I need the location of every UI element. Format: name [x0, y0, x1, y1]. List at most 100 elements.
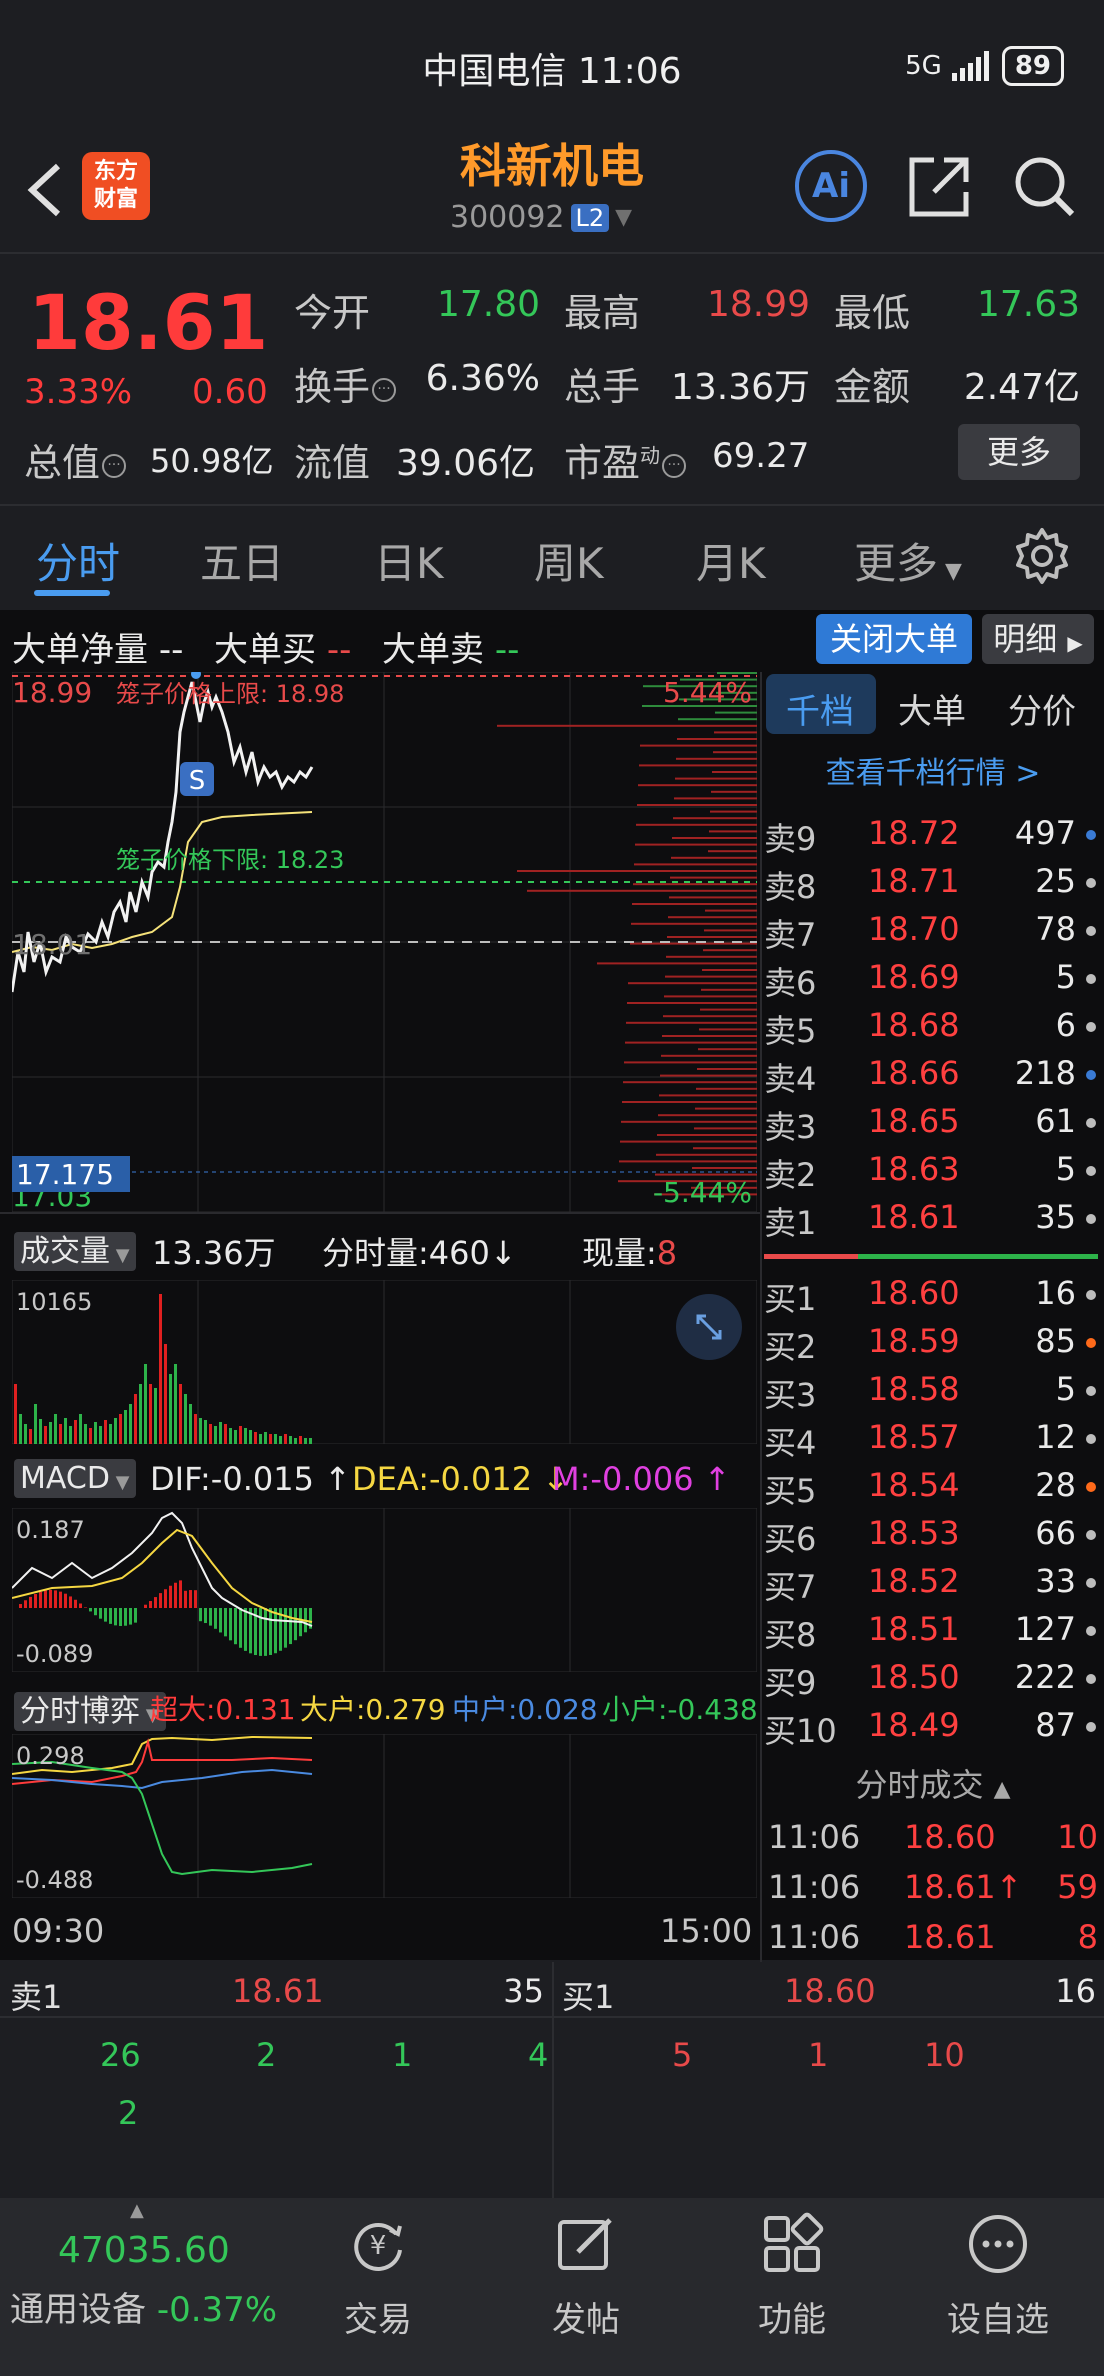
detail-button[interactable]: 明细 ▶	[982, 614, 1094, 664]
index-value[interactable]: 47035.60	[58, 2230, 230, 2271]
macd-bar	[144, 1604, 147, 1608]
level-price: 18.60	[868, 1274, 960, 1312]
level-label: 卖2	[764, 1156, 817, 1194]
ask-row[interactable]: 卖7 18.70 78	[762, 910, 1104, 958]
ai-assistant-icon[interactable]: Ai	[795, 150, 867, 222]
volume-bar	[269, 1434, 272, 1444]
level-label: 买9	[764, 1664, 817, 1702]
macd-bar	[89, 1608, 92, 1612]
share-icon[interactable]	[906, 152, 974, 220]
tab-daily-k[interactable]: 日K	[374, 530, 444, 591]
close-big-order-button[interactable]: 关闭大单	[816, 614, 972, 664]
macd-bar	[184, 1590, 187, 1608]
flow-dropdown[interactable]: 分时博弈 ▼	[14, 1686, 166, 1731]
order-dot-icon	[1086, 1578, 1096, 1588]
order-dot-icon	[1086, 1118, 1096, 1128]
top-price-label: 18.99	[12, 676, 92, 709]
macd-bar	[74, 1599, 77, 1608]
macd-bar	[114, 1608, 117, 1626]
info-icon[interactable]: ···	[102, 453, 127, 478]
ask-row[interactable]: 卖3 18.65 61	[762, 1102, 1104, 1150]
macd-bar	[94, 1608, 97, 1616]
gear-icon[interactable]	[1012, 526, 1072, 586]
intraday-trades-header[interactable]: 分时成交 ▲	[762, 1760, 1104, 1806]
depth-bar	[714, 731, 757, 734]
tab-weekly-k[interactable]: 周K	[534, 530, 604, 591]
nav-add-watchlist[interactable]: 设自选	[928, 2212, 1068, 2341]
info-icon[interactable]: ···	[372, 377, 397, 402]
view-thousand-level-link[interactable]: 查看千档行情 >	[762, 748, 1104, 792]
tab-five-day[interactable]: 五日	[200, 530, 284, 591]
ask-row[interactable]: 卖6 18.69 5	[762, 958, 1104, 1006]
order-dot-icon	[1086, 1022, 1096, 1032]
index-name[interactable]: 通用设备 -0.37%	[10, 2282, 277, 2331]
ask-row[interactable]: 卖4 18.66 218	[762, 1054, 1104, 1102]
tab-more[interactable]: 更多 ▼	[854, 530, 962, 591]
tab-monthly-k[interactable]: 月K	[696, 530, 766, 591]
level-label: 买10	[764, 1712, 837, 1750]
bid-row[interactable]: 买6 18.53 66	[762, 1514, 1104, 1562]
expand-icon[interactable]	[676, 1294, 742, 1360]
tab-thousand-level[interactable]: 千档	[786, 684, 854, 733]
volume-bar	[219, 1422, 222, 1444]
info-icon[interactable]: ···	[662, 453, 687, 478]
bid-row[interactable]: 买3 18.58 5	[762, 1370, 1104, 1418]
macd-bar	[64, 1593, 67, 1608]
depth-bar	[638, 784, 757, 787]
ask-row[interactable]: 卖1 18.61 35	[762, 1198, 1104, 1246]
volume-bar	[24, 1424, 27, 1444]
intraday-price-chart[interactable]: S 18.99 笼子价格上限: 18.98 5.44% 笼子价格下限: 18.2…	[12, 672, 757, 1212]
stock-code-row[interactable]: 300092 L2 ▼	[450, 200, 632, 235]
volume-value: 13.36万	[670, 367, 810, 408]
depth-bar	[701, 988, 757, 991]
order-dot-icon	[1086, 1530, 1096, 1540]
ask-row[interactable]: 卖9 18.72 497	[762, 814, 1104, 862]
nav-functions[interactable]: 功能	[722, 2212, 862, 2341]
depth-bar	[624, 1061, 757, 1064]
volume-chart[interactable]: 10165	[12, 1280, 757, 1444]
macd-chart[interactable]: 0.187 -0.089	[12, 1508, 757, 1672]
level-price: 18.49	[868, 1706, 960, 1744]
ask-row[interactable]: 卖8 18.71 25	[762, 862, 1104, 910]
bid-row[interactable]: 买1 18.60 16	[762, 1274, 1104, 1322]
turnover-label[interactable]: 换手 ···	[294, 356, 397, 411]
bid-row[interactable]: 买10 18.49 87	[762, 1706, 1104, 1754]
macd-dropdown[interactable]: MACD ▼	[14, 1458, 136, 1498]
nav-trade[interactable]: ¥ 交易	[308, 2212, 448, 2341]
mktcap-label[interactable]: 总值 ···	[24, 432, 127, 487]
depth-bar	[662, 1035, 757, 1037]
bottom-pct-label: -5.44%	[653, 1176, 752, 1209]
bid-row[interactable]: 买9 18.50 222	[762, 1658, 1104, 1706]
bid-row[interactable]: 买5 18.54 28	[762, 1466, 1104, 1514]
bid-row[interactable]: 买8 18.51 127	[762, 1610, 1104, 1658]
tab-price-distribution[interactable]: 分价	[1008, 684, 1076, 733]
level-volume: 6	[1055, 1006, 1076, 1044]
nav-post[interactable]: 发帖	[516, 2212, 656, 2341]
bid-row[interactable]: 买4 18.57 12	[762, 1418, 1104, 1466]
sell-marker-label: S	[189, 766, 206, 796]
volume-bar	[84, 1424, 87, 1444]
upper-limit-label: 笼子价格上限: 18.98	[116, 680, 344, 708]
macd-bar	[109, 1608, 112, 1624]
signal-icon	[951, 51, 989, 81]
depth-bar	[620, 1140, 757, 1143]
more-button[interactable]: 更多	[958, 424, 1080, 480]
ask-row[interactable]: 卖2 18.63 5	[762, 1150, 1104, 1198]
depth-bar	[636, 823, 757, 826]
queue-item: 5	[672, 2036, 693, 2074]
depth-bar	[637, 804, 757, 806]
pe-label[interactable]: 市盈动 ···	[564, 432, 687, 487]
tab-big-order[interactable]: 大单	[898, 684, 966, 733]
ask-row[interactable]: 卖5 18.68 6	[762, 1006, 1104, 1054]
search-icon[interactable]	[1010, 152, 1078, 220]
bid-row[interactable]: 买7 18.52 33	[762, 1562, 1104, 1610]
level-volume: 78	[1035, 910, 1076, 948]
minute-volume: 分时量:460↓	[322, 1234, 517, 1272]
caret-down-icon: ▼	[110, 1245, 130, 1266]
bid-row[interactable]: 买2 18.59 85	[762, 1322, 1104, 1370]
volume-bar	[154, 1388, 157, 1444]
flow-chart[interactable]: 0.298 -0.488	[12, 1734, 757, 1898]
volume-dropdown[interactable]: 成交量 ▼	[14, 1226, 136, 1271]
tab-intraday[interactable]: 分时	[36, 530, 120, 591]
order-dot-icon	[1086, 1722, 1096, 1732]
